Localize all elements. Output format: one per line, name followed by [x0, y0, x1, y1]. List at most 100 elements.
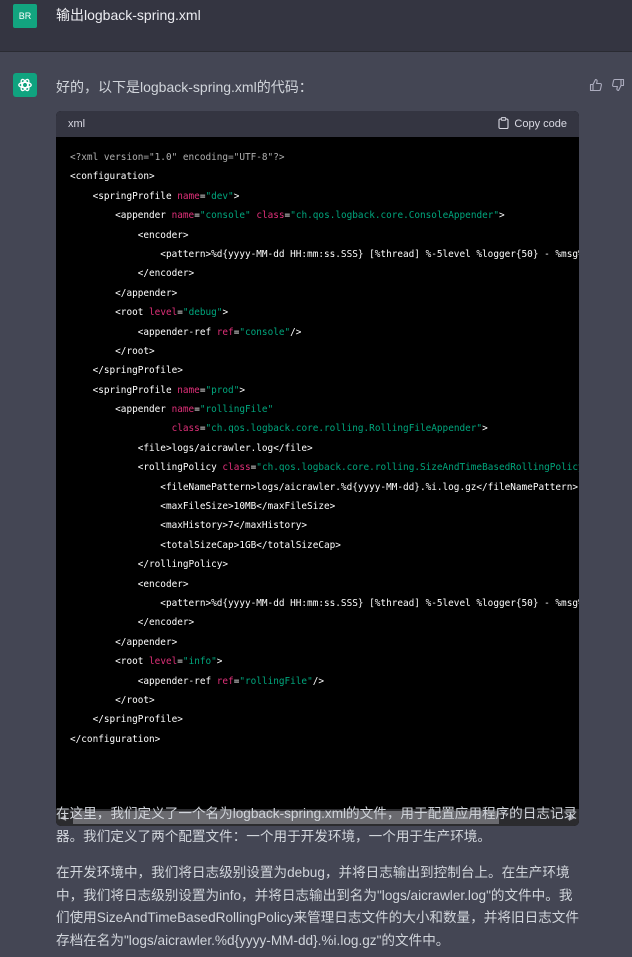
code-line: </rollingPolicy>: [70, 555, 579, 574]
code-tag-token: <file>logs/aicrawler.log</file>: [70, 442, 313, 454]
explanation-paragraph-1: 在这里，我们定义了一个名为logback-spring.xml的文件，用于配置应…: [56, 806, 578, 844]
code-string-token: "info": [182, 656, 217, 668]
code-tag-token: <totalSizeCap>1GB</totalSizeCap>: [70, 539, 341, 551]
code-tag-token: >: [233, 190, 240, 202]
code-attribute-token: name: [177, 190, 200, 202]
code-tag-token: </encoder>: [70, 268, 195, 280]
code-attribute-token: class: [171, 423, 200, 435]
thumbs-down-icon[interactable]: [611, 77, 625, 92]
code-string-token: "console": [239, 326, 291, 338]
user-avatar: BR: [13, 4, 37, 28]
code-string-token: "dev": [205, 190, 234, 202]
code-tag-token: <appender-ref: [70, 675, 217, 687]
code-tag-token: >: [222, 307, 229, 319]
code-line: </springProfile>: [70, 710, 579, 729]
code-line: </springProfile>: [70, 361, 579, 380]
copy-code-label: Copy code: [514, 118, 567, 130]
code-tag-token: <appender-ref: [70, 326, 217, 338]
code-declaration-token: <?xml version="1.0" encoding="UTF-8"?>: [70, 152, 285, 163]
code-tag-token: >: [239, 384, 246, 396]
code-tag-token: <pattern>%d{yyyy-MM-dd HH:mm:ss.SSS} [%t…: [70, 597, 579, 609]
explanation-paragraph-2: 在开发环境中，我们将日志级别设置为debug，并将日志输出到控制台上。在生产环境…: [56, 865, 579, 949]
code-attribute-token: ref: [216, 326, 234, 338]
assistant-intro-text: 好的，以下是logback-spring.xml的代码：: [56, 79, 313, 95]
code-tag-token: <rollingPolicy: [70, 462, 223, 474]
code-tag-token: </appender>: [70, 287, 178, 299]
code-line: <maxFileSize>10MB</maxFileSize>: [70, 497, 579, 516]
code-tag-token: <encoder>: [70, 229, 189, 241]
code-line: </appender>: [70, 284, 579, 303]
code-attribute-token: level: [149, 307, 178, 319]
code-tag-token: <encoder>: [70, 578, 189, 590]
code-line: </root>: [70, 691, 579, 710]
code-tag-token: [70, 423, 172, 434]
code-tag-token: <appender: [70, 404, 172, 416]
code-tag-token: >: [499, 210, 505, 222]
code-string-token: "prod": [205, 384, 240, 396]
code-line: <configuration>: [70, 167, 579, 186]
code-line: <root level="info">: [70, 652, 579, 671]
code-line: <appender name="rollingFile": [70, 400, 579, 419]
code-tag-token: </root>: [70, 345, 155, 357]
code-tag-token: >: [216, 656, 223, 668]
code-tag-token: >: [482, 423, 488, 435]
code-string-token: "ch.qos.logback.core.rolling.RollingFile…: [205, 423, 483, 435]
code-line: <rollingPolicy class="ch.qos.logback.cor…: [70, 458, 579, 477]
code-tag-token: />: [290, 326, 302, 338]
code-tag-token: <root: [70, 307, 150, 319]
code-tag-token: <pattern>%d{yyyy-MM-dd HH:mm:ss.SSS} [%t…: [70, 248, 579, 260]
code-string-token: "debug": [182, 307, 223, 319]
code-line: <pattern>%d{yyyy-MM-dd HH:mm:ss.SSS} [%t…: [70, 245, 579, 264]
code-line: </encoder>: [70, 264, 579, 283]
code-language-label: xml: [68, 118, 86, 130]
openai-logo-icon: [13, 73, 37, 97]
code-line: </root>: [70, 342, 579, 361]
code-attribute-token: name: [171, 404, 195, 416]
thumbs-up-icon[interactable]: [589, 77, 603, 92]
code-line: </encoder>: [70, 613, 579, 632]
code-tag-token: </configuration>: [70, 733, 161, 745]
user-message-text: 输出logback-spring.xml: [56, 7, 201, 23]
code-string-token: "ch.qos.logback.core.ConsoleAppender": [290, 210, 500, 222]
code-attribute-token: name: [177, 384, 200, 396]
code-line: <totalSizeCap>1GB</totalSizeCap>: [70, 536, 579, 555]
code-attribute-token: class: [256, 210, 285, 222]
code-tag-token: </rollingPolicy>: [70, 559, 229, 571]
code-tag-token: </springProfile>: [70, 365, 183, 377]
code-attribute-token: name: [171, 210, 195, 222]
code-line: <?xml version="1.0" encoding="UTF-8"?>: [70, 148, 579, 167]
code-line: <encoder>: [70, 575, 579, 594]
code-attribute-token: class: [222, 462, 251, 474]
code-string-token: "rollingFile": [199, 404, 274, 416]
code-line: <root level="debug">: [70, 303, 579, 322]
code-line: </configuration>: [70, 730, 579, 749]
code-tag-token: </encoder>: [70, 617, 195, 629]
code-line: <springProfile name="prod">: [70, 381, 579, 400]
assistant-message-row: 好的，以下是logback-spring.xml的代码： xml Copy co…: [0, 53, 632, 957]
code-block-header: xml Copy code: [56, 111, 579, 137]
user-message-row: BR 输出logback-spring.xml: [0, 0, 632, 52]
clipboard-icon: [498, 116, 509, 132]
code-string-token: "ch.qos.logback.core.rolling.SizeAndTime…: [256, 462, 579, 474]
code-tag-token: <fileNamePattern>logs/aicrawler.%d{yyyy-…: [70, 481, 578, 493]
code-block: xml Copy code <?xml version="1.0" encodi…: [56, 111, 579, 826]
code-attribute-token: ref: [216, 675, 234, 687]
code-tag-token: </springProfile>: [70, 714, 183, 726]
code-line: <appender-ref ref="console"/>: [70, 323, 579, 342]
code-tag-token: <maxHistory>7</maxHistory>: [70, 520, 308, 532]
code-line: class="ch.qos.logback.core.rolling.Rolli…: [70, 419, 579, 438]
code-tag-token: </appender>: [70, 636, 178, 648]
code-line: <fileNamePattern>logs/aicrawler.%d{yyyy-…: [70, 478, 579, 497]
code-string-token: "rollingFile": [239, 675, 313, 687]
copy-code-button[interactable]: Copy code: [498, 116, 567, 132]
code-line: <springProfile name="dev">: [70, 187, 579, 206]
code-line: <encoder>: [70, 226, 579, 245]
code-string-token: "console": [199, 210, 251, 222]
code-tag-token: <springProfile: [70, 190, 178, 202]
code-content[interactable]: <?xml version="1.0" encoding="UTF-8"?> <c…: [56, 137, 579, 815]
code-tag-token: <springProfile: [70, 384, 178, 396]
code-line: <pattern>%d{yyyy-MM-dd HH:mm:ss.SSS} [%t…: [70, 594, 579, 613]
code-tag-token: <maxFileSize>10MB</maxFileSize>: [70, 501, 336, 513]
code-tag-token: <configuration>: [70, 171, 155, 183]
code-tag-token: />: [312, 675, 325, 687]
